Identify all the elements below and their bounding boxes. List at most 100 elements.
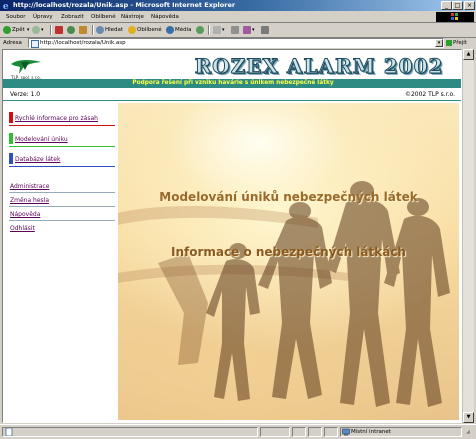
maximize-button[interactable]: □	[452, 1, 463, 10]
divider	[9, 220, 115, 221]
search-label: Hledat	[105, 27, 124, 33]
scroll-up-icon[interactable]: ▲	[463, 49, 474, 60]
mail-icon	[213, 26, 221, 34]
status-bar: Místní intranet ◢	[0, 424, 476, 439]
menu-upravy[interactable]: Úpravy	[33, 13, 53, 21]
back-label: Zpět	[12, 27, 25, 33]
status-pane	[260, 427, 290, 437]
address-dropdown-icon[interactable]: ▾	[435, 39, 443, 47]
nav-marker-red	[9, 112, 13, 123]
link-administrace[interactable]: Administrace	[10, 183, 49, 190]
back-button[interactable]: Zpět ▾	[3, 25, 29, 35]
toolbar-separator	[208, 25, 210, 35]
status-pane-main	[2, 427, 258, 437]
status-zone-pane: Místní intranet	[340, 427, 462, 437]
tlp-logo: TLP, spol. s r.o.	[9, 58, 43, 80]
window-title: http://localhost/rozala/Unik.asp - Micro…	[13, 1, 236, 9]
subtitle: Podpora řešení při vzniku havárie s únik…	[132, 80, 334, 86]
nav-marker-green	[9, 133, 13, 144]
dropdown-arrow-icon: ▾	[252, 27, 255, 33]
mail-button[interactable]: ▾	[213, 25, 225, 35]
hero-link-informace[interactable]: Informace o nebezpečných látkách	[118, 245, 459, 259]
firefighters-image	[118, 181, 450, 407]
toolbar-separator	[50, 25, 52, 35]
divider	[3, 100, 461, 101]
zone-label: Místní intranet	[351, 429, 391, 435]
search-icon	[96, 26, 104, 34]
menu-zobrazit[interactable]: Zobrazit	[61, 13, 84, 21]
stop-icon	[55, 26, 63, 34]
go-label: Přejít	[453, 40, 467, 46]
menu-napoveda[interactable]: Nápověda	[151, 13, 179, 21]
address-input[interactable]: http://localhost/rozala/Unik.asp ▾	[28, 38, 444, 48]
scroll-down-icon[interactable]: ▼	[463, 412, 474, 423]
status-pane	[324, 427, 338, 437]
hero-link-modelovani[interactable]: Modelování úniků nebezpečných látek	[118, 190, 459, 204]
print-icon	[231, 26, 239, 34]
banner: ROZEX ALARM 2002	[178, 54, 460, 79]
status-pane	[308, 427, 322, 437]
tlp-logo-mark	[11, 59, 41, 74]
discuss-icon	[261, 26, 269, 34]
link-odhlasit[interactable]: Odhlásit	[10, 225, 35, 232]
resize-grip-icon[interactable]: ◢	[466, 429, 474, 437]
nav-underline	[9, 146, 115, 147]
home-icon	[79, 26, 87, 34]
subtitle-bar: Podpora řešení při vzniku havárie s únik…	[3, 79, 461, 88]
discuss-button[interactable]	[261, 25, 270, 35]
history-icon	[196, 26, 204, 34]
svg-text:e: e	[3, 2, 9, 10]
link-zmena-hesla[interactable]: Změna hesla	[10, 197, 49, 204]
link-napoveda[interactable]: Nápověda	[10, 211, 40, 218]
divider	[9, 192, 115, 193]
nav-link-databaze[interactable]: Databáze látek	[15, 156, 60, 163]
toolbar: Zpět ▾ ▾ Hledat Oblíbené Média ▾ ▾	[0, 23, 476, 38]
divider	[9, 206, 115, 207]
browser-viewport: TLP, spol. s r.o. ROZEX ALARM 2002 Podpo…	[2, 49, 462, 423]
windows-logo-panel	[436, 12, 474, 22]
nav-link-rychle-informace[interactable]: Rychlé informace pro zásah	[15, 115, 98, 122]
nav-link-modelovani[interactable]: Modelování úniku	[15, 136, 68, 143]
address-bar: Adresa http://localhost/rozala/Unik.asp …	[0, 38, 476, 48]
favorites-button[interactable]: Oblíbené	[128, 25, 162, 35]
go-arrow-icon	[446, 39, 452, 46]
close-button[interactable]: ×	[464, 1, 475, 10]
stop-button[interactable]	[55, 25, 64, 35]
media-icon	[166, 26, 174, 34]
home-button[interactable]	[79, 25, 88, 35]
address-label: Adresa	[3, 40, 22, 46]
forward-button[interactable]: ▾	[32, 25, 44, 35]
favorites-star-icon	[128, 26, 136, 34]
back-arrow-icon	[3, 26, 11, 34]
go-button[interactable]: Přejít	[446, 38, 467, 48]
dropdown-arrow-icon: ▾	[222, 27, 225, 33]
media-button[interactable]: Média	[166, 25, 192, 35]
menu-oblibene[interactable]: Oblíbené	[91, 13, 116, 21]
title-bar: e http://localhost/rozala/Unik.asp - Mic…	[0, 0, 476, 11]
print-button[interactable]	[231, 25, 240, 35]
toolbar-separator	[92, 25, 94, 35]
intranet-icon	[342, 428, 350, 436]
forward-arrow-icon	[32, 26, 40, 34]
vertical-scrollbar[interactable]: ▲ ▼	[462, 49, 474, 423]
refresh-icon	[67, 26, 75, 34]
edit-button[interactable]: ▾	[243, 25, 255, 35]
status-pane	[292, 427, 306, 437]
dropdown-arrow-icon: ▾	[26, 27, 30, 33]
menu-bar: Soubor Úpravy Zobrazit Oblíbené Nástroje…	[0, 12, 476, 23]
version-text: Verze: 1.0	[10, 91, 41, 98]
minimize-button[interactable]: _	[441, 1, 452, 10]
dropdown-arrow-icon: ▾	[41, 27, 44, 33]
nav-underline	[9, 166, 115, 167]
ie-icon: e	[3, 2, 9, 10]
nav-marker-blue	[9, 153, 13, 164]
menu-nastroje[interactable]: Nástroje	[121, 13, 144, 21]
search-button[interactable]: Hledat	[96, 25, 123, 35]
history-button[interactable]	[196, 25, 205, 35]
media-label: Média	[175, 27, 192, 33]
page-icon	[31, 40, 39, 48]
menu-soubor[interactable]: Soubor	[6, 13, 25, 21]
refresh-button[interactable]	[67, 25, 76, 35]
address-url[interactable]: http://localhost/rozala/Unik.asp	[40, 39, 126, 47]
copyright-text: ©2002 TLP s.r.o.	[404, 91, 455, 98]
